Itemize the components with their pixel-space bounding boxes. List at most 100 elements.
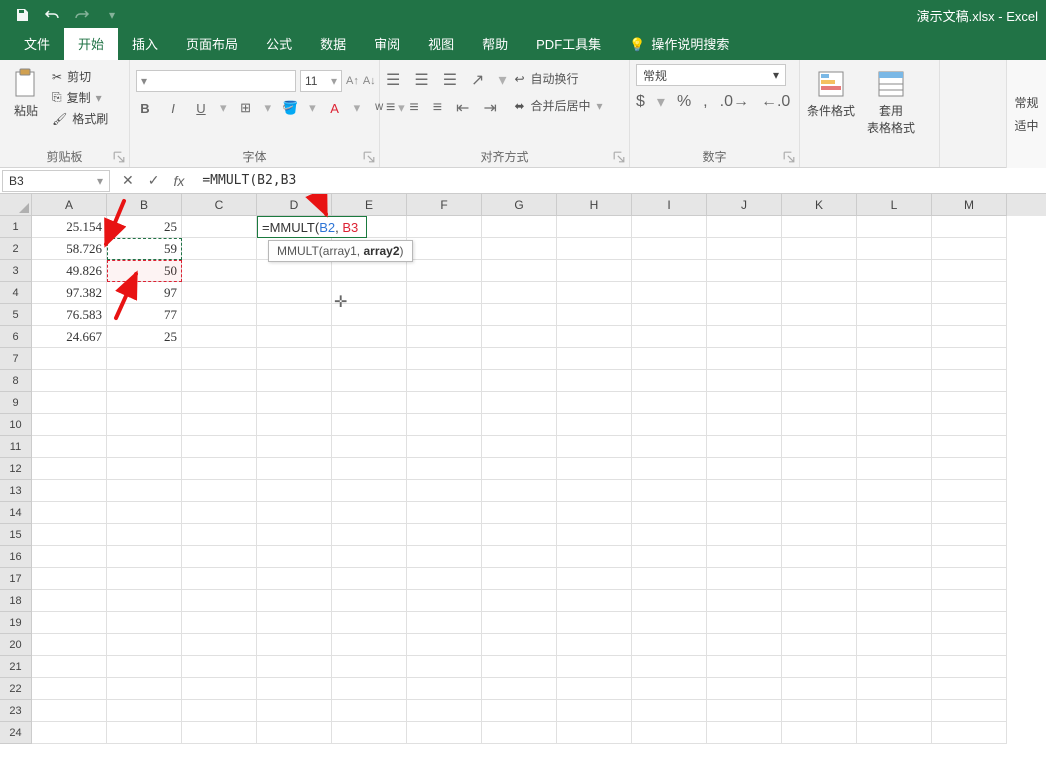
cell[interactable] xyxy=(407,436,482,458)
row-header[interactable]: 18 xyxy=(0,590,32,612)
cell[interactable] xyxy=(557,656,632,678)
redo-icon[interactable] xyxy=(72,5,92,25)
row-header[interactable]: 10 xyxy=(0,414,32,436)
tab-help[interactable]: 帮助 xyxy=(468,28,522,60)
cell[interactable] xyxy=(707,326,782,348)
cell[interactable] xyxy=(332,722,407,744)
cell[interactable] xyxy=(782,590,857,612)
cell[interactable] xyxy=(257,370,332,392)
cell[interactable] xyxy=(557,260,632,282)
shrink-font-icon[interactable]: A↓ xyxy=(363,75,376,87)
cell[interactable] xyxy=(257,590,332,612)
tab-layout[interactable]: 页面布局 xyxy=(172,28,252,60)
cell[interactable] xyxy=(707,436,782,458)
cell[interactable] xyxy=(932,634,1007,656)
cell[interactable] xyxy=(632,458,707,480)
cell[interactable] xyxy=(632,414,707,436)
cell[interactable] xyxy=(332,370,407,392)
cell[interactable] xyxy=(482,458,557,480)
cell[interactable] xyxy=(857,238,932,260)
col-header[interactable]: G xyxy=(482,194,557,216)
cell[interactable] xyxy=(32,634,107,656)
row-header[interactable]: 2 xyxy=(0,238,32,260)
cell[interactable] xyxy=(257,722,332,744)
cell[interactable] xyxy=(632,612,707,634)
align-center-icon[interactable]: ≡ xyxy=(409,99,418,117)
number-format-combo[interactable]: 常规▾ xyxy=(636,64,786,86)
row-header[interactable]: 9 xyxy=(0,392,32,414)
cell[interactable] xyxy=(632,634,707,656)
cell[interactable] xyxy=(182,502,257,524)
dialog-launcher-icon[interactable] xyxy=(783,151,795,163)
cell[interactable] xyxy=(707,546,782,568)
cell[interactable] xyxy=(857,634,932,656)
col-header[interactable]: I xyxy=(632,194,707,216)
fx-icon[interactable]: fx xyxy=(173,173,184,189)
cell[interactable] xyxy=(482,370,557,392)
cell[interactable] xyxy=(782,392,857,414)
row-header[interactable]: 13 xyxy=(0,480,32,502)
cell[interactable] xyxy=(632,524,707,546)
cell[interactable] xyxy=(632,590,707,612)
cell[interactable] xyxy=(182,348,257,370)
cell[interactable] xyxy=(557,458,632,480)
indent-dec-icon[interactable]: ⇤ xyxy=(456,98,469,118)
cell[interactable] xyxy=(557,326,632,348)
cell[interactable] xyxy=(932,502,1007,524)
row-header[interactable]: 21 xyxy=(0,656,32,678)
font-color-button[interactable]: A xyxy=(326,101,344,116)
cell[interactable] xyxy=(782,414,857,436)
cell[interactable] xyxy=(932,480,1007,502)
cell[interactable] xyxy=(407,656,482,678)
tab-view[interactable]: 视图 xyxy=(414,28,468,60)
cell[interactable] xyxy=(782,260,857,282)
cell[interactable] xyxy=(32,678,107,700)
cell[interactable] xyxy=(782,348,857,370)
cell[interactable] xyxy=(782,678,857,700)
cell[interactable] xyxy=(932,678,1007,700)
cell[interactable] xyxy=(257,282,332,304)
cell[interactable] xyxy=(557,524,632,546)
cell[interactable] xyxy=(32,480,107,502)
currency-icon[interactable]: $ xyxy=(636,93,645,111)
tab-insert[interactable]: 插入 xyxy=(118,28,172,60)
cell[interactable] xyxy=(932,392,1007,414)
cell[interactable] xyxy=(557,436,632,458)
cell[interactable] xyxy=(182,612,257,634)
cell[interactable] xyxy=(107,392,182,414)
cell[interactable] xyxy=(707,216,782,238)
cell[interactable] xyxy=(482,524,557,546)
cell[interactable] xyxy=(182,480,257,502)
cell[interactable] xyxy=(482,480,557,502)
row-header[interactable]: 1 xyxy=(0,216,32,238)
cell[interactable] xyxy=(332,612,407,634)
cell[interactable] xyxy=(407,348,482,370)
cell[interactable] xyxy=(407,524,482,546)
cell[interactable] xyxy=(932,546,1007,568)
cell[interactable] xyxy=(257,392,332,414)
cell[interactable] xyxy=(257,326,332,348)
cell[interactable] xyxy=(857,414,932,436)
cell[interactable] xyxy=(782,282,857,304)
italic-button[interactable]: I xyxy=(164,101,182,116)
cell[interactable] xyxy=(107,546,182,568)
align-top-icon[interactable]: ☰ xyxy=(386,70,400,90)
row-header[interactable]: 7 xyxy=(0,348,32,370)
cell[interactable] xyxy=(932,568,1007,590)
cell[interactable] xyxy=(632,700,707,722)
cell[interactable] xyxy=(482,612,557,634)
cell[interactable]: 58.726 xyxy=(32,238,107,260)
cell[interactable] xyxy=(407,304,482,326)
dialog-launcher-icon[interactable] xyxy=(113,151,125,163)
cell[interactable] xyxy=(257,656,332,678)
cell[interactable] xyxy=(707,414,782,436)
cell[interactable] xyxy=(32,568,107,590)
cell[interactable] xyxy=(857,700,932,722)
cell[interactable] xyxy=(932,238,1007,260)
cell[interactable] xyxy=(632,282,707,304)
row-header[interactable]: 15 xyxy=(0,524,32,546)
cell[interactable] xyxy=(707,260,782,282)
editing-cell[interactable]: =MMULT(B2, B3 xyxy=(257,216,367,238)
font-name-combo[interactable]: ▾ xyxy=(136,70,296,92)
cell[interactable] xyxy=(257,480,332,502)
